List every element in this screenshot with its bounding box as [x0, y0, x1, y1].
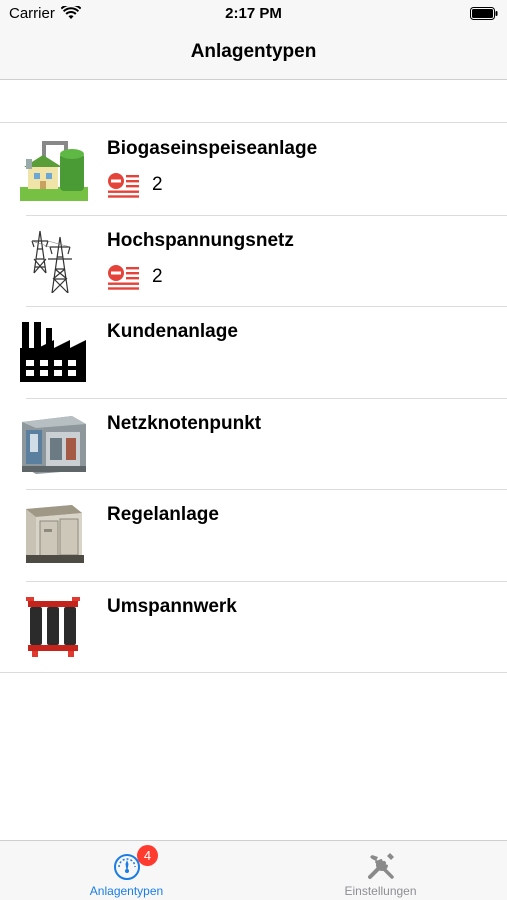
list-item-title: Biogaseinspeiseanlage [107, 138, 318, 159]
status-bar: Carrier 2:17 PM [0, 0, 507, 28]
list-item-regelanlage[interactable]: Regelanlage [0, 489, 507, 581]
anlagentypen-list: Biogaseinspeiseanlage 2 Hochspannungsnet… [0, 122, 507, 673]
list-item-title: Umspannwerk [107, 595, 237, 617]
tab-einstellungen[interactable]: Einstellungen [254, 841, 507, 900]
tab-label: Einstellungen [344, 884, 417, 898]
list-status-icon [108, 264, 139, 290]
notification-badge: 4 [137, 845, 158, 866]
list-item-title: Regelanlage [107, 504, 219, 525]
list-item-title: Kundenanlage [107, 321, 238, 342]
tab-label: Anlagentypen [89, 884, 164, 898]
tab-anlagentypen[interactable]: 4 Anlagentypen [0, 841, 253, 900]
page-title: Anlagentypen [190, 41, 317, 62]
biogas-plant-icon [20, 141, 88, 201]
list-item-hochspannungsnetz[interactable]: Hochspannungsnetz 2 [0, 214, 507, 307]
list-item-title: Netzknotenpunkt [107, 412, 262, 434]
control-cabinet-icon [26, 505, 84, 563]
item-count-indicator: 2 [107, 263, 163, 291]
list-status-icon [108, 173, 139, 198]
status-time: 2:17 PM [225, 5, 282, 22]
item-count: 2 [152, 174, 163, 195]
navigation-bar: Anlagentypen [0, 28, 507, 80]
factory-icon [20, 322, 86, 382]
list-item-kundenanlage[interactable]: Kundenanlage [0, 306, 507, 398]
list-item-netzknotenpunkt[interactable]: Netzknotenpunkt [0, 397, 507, 490]
list-item-umspannwerk[interactable]: Umspannwerk [0, 580, 507, 673]
grid-node-icon [22, 415, 86, 474]
power-pylon-icon [31, 230, 72, 293]
transformer-icon [26, 596, 80, 657]
item-count: 2 [152, 265, 163, 287]
tab-bar: 4 Anlagentypen Einstellungen [0, 840, 507, 900]
list-item-title: Hochspannungsnetz [107, 229, 294, 251]
item-count-indicator: 2 [107, 171, 163, 199]
battery-icon [470, 7, 498, 20]
list-item-biogaseinspeiseanlage[interactable]: Biogaseinspeiseanlage 2 [0, 123, 507, 215]
tools-icon [367, 853, 394, 879]
